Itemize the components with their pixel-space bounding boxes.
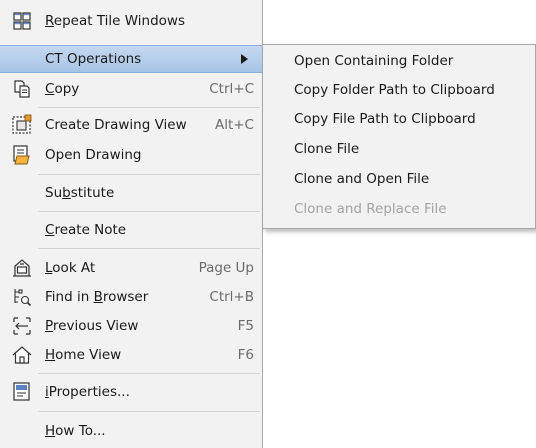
shortcut-look-at: Page Up (198, 260, 254, 276)
submenu-item-copy-file-path[interactable]: Copy File Path to Clipboard (294, 111, 476, 127)
menu-item-look-at[interactable]: Look At Page Up (0, 255, 262, 281)
iproperties-icon (11, 381, 33, 403)
separator (38, 211, 260, 212)
menu-item-repeat-tile-windows[interactable]: Repeat Tile Windows (0, 8, 262, 34)
shortcut-find-in-browser: Ctrl+B (209, 289, 254, 305)
menu-item-copy[interactable]: Copy Ctrl+C (0, 76, 262, 102)
separator (38, 411, 260, 412)
submenu-item-open-containing-folder[interactable]: Open Containing Folder (294, 53, 453, 69)
ct-operations-submenu: Open Containing Folder Copy Folder Path … (263, 44, 536, 229)
separator (38, 174, 260, 175)
menu-item-how-to[interactable]: How To... (0, 418, 262, 444)
separator (38, 248, 260, 249)
menu-item-open-drawing[interactable]: Open Drawing (0, 142, 262, 168)
submenu-item-clone-and-open-file[interactable]: Clone and Open File (294, 171, 429, 187)
menu-item-home-view[interactable]: Home View F6 (0, 342, 262, 368)
submenu-arrow-icon (241, 54, 248, 64)
shortcut-home-view: F6 (237, 347, 254, 363)
context-menu: Repeat Tile Windows CT Operations Copy C… (0, 0, 263, 448)
drawing-view-icon (11, 114, 33, 136)
menu-item-iproperties[interactable]: iProperties... (0, 379, 262, 405)
submenu-item-clone-file[interactable]: Clone File (294, 141, 359, 157)
previous-view-icon (11, 315, 33, 337)
menu-item-previous-view[interactable]: Previous View F5 (0, 313, 262, 339)
open-drawing-icon (11, 144, 33, 166)
tile-windows-icon (11, 10, 33, 32)
shortcut-create-drawing-view: Alt+C (214, 117, 254, 133)
shortcut-previous-view: F5 (237, 318, 254, 334)
menu-item-substitute[interactable]: Substitute (0, 180, 262, 206)
menu-item-create-drawing-view[interactable]: Create Drawing View Alt+C (0, 112, 262, 138)
submenu-item-copy-folder-path[interactable]: Copy Folder Path to Clipboard (294, 82, 495, 98)
separator (38, 373, 260, 374)
find-browser-icon (11, 286, 33, 308)
separator (38, 107, 260, 108)
home-view-icon (11, 344, 33, 366)
look-at-icon (11, 257, 33, 279)
menu-item-find-in-browser[interactable]: Find in Browser Ctrl+B (0, 284, 262, 310)
shortcut-copy: Ctrl+C (209, 81, 254, 97)
menu-item-ct-operations[interactable]: CT Operations (0, 45, 262, 73)
submenu-item-clone-and-replace-file: Clone and Replace File (294, 201, 447, 217)
copy-icon (11, 78, 33, 100)
menu-item-create-note[interactable]: Create Note (0, 217, 262, 243)
